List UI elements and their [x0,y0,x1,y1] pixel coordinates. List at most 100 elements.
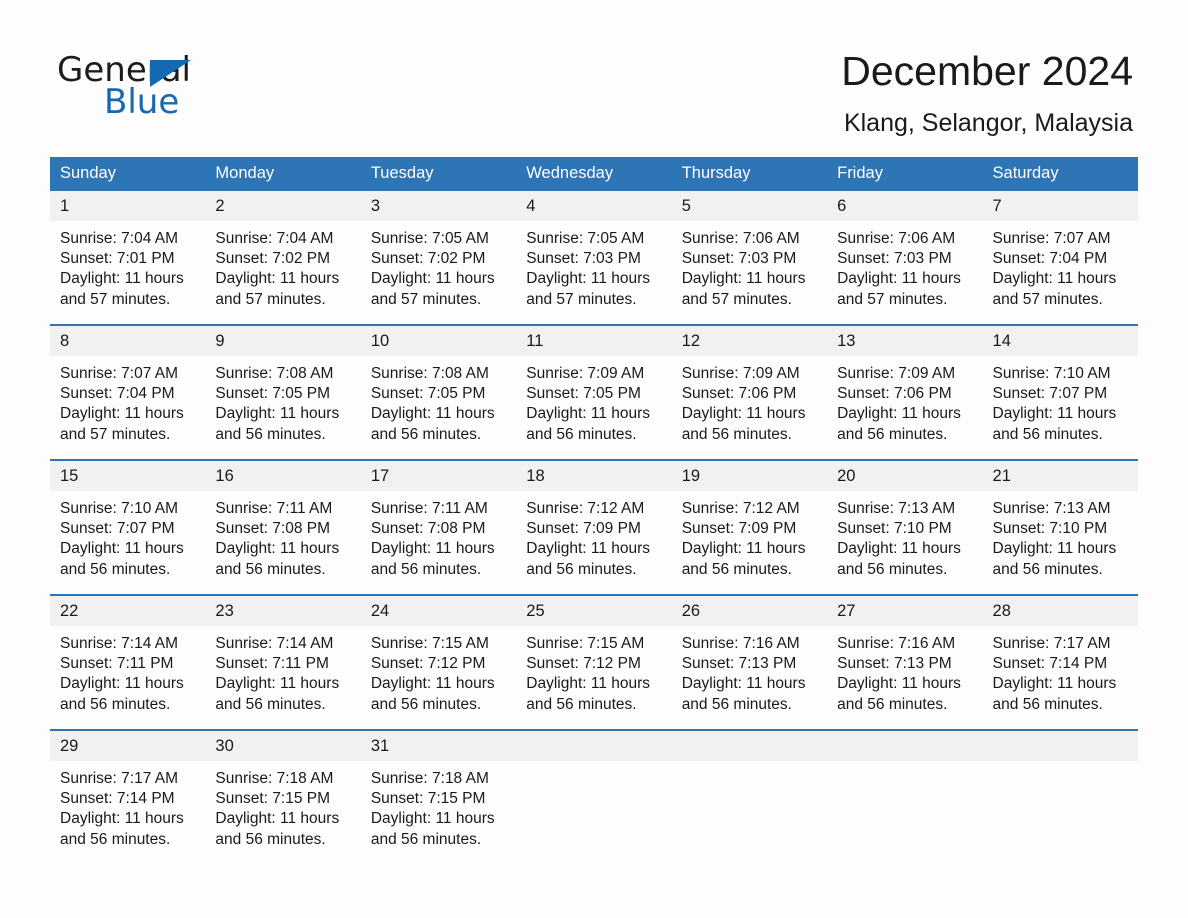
daylight-text-line2: and 56 minutes. [681,560,792,578]
daylight-text-line1: Daylight: 11 hours [526,675,651,693]
daylight-text-line1: Daylight: 11 hours [60,270,184,288]
calendar-day-cell[interactable]: 21 Sunrise: 7:13 AM Sunset: 7:10 PM Dayligh… [982,459,1138,595]
daylight-text-line1: Daylight: 11 hours [370,810,495,828]
daylight-text-line2: and 56 minutes. [215,830,326,848]
calendar-day-cell[interactable]: 7 Sunrise: 7:07 AM Sunset: 7:04 PM Daylight… [982,191,1138,325]
calendar-day-cell[interactable]: 2 Sunrise: 7:04 AM Sunset: 7:02 PM Daylight… [205,191,361,325]
sunrise-text: Sunrise: 7:10 AM [992,365,1111,382]
calendar-day-cell[interactable]: 10 Sunrise: 7:08 AM Sunset: 7:05 PM Dayligh… [360,324,517,460]
daylight-text-line2: and 56 minutes. [992,560,1103,578]
day-details: Sunrise: 7:12 AM Sunset: 7:09 PM Daylight:… [516,491,671,580]
calendar-day-cell[interactable]: 9 Sunrise: 7:08 AM Sunset: 7:05 PM Daylight… [205,324,361,460]
sunset-text: Sunset: 7:05 PM [215,385,331,403]
day-details: Sunrise: 7:09 AM Sunset: 7:05 PM Daylight:… [516,356,671,445]
day-number: 13 [827,326,983,356]
day-details: Sunrise: 7:18 AM Sunset: 7:15 PM Daylight:… [205,761,360,850]
daylight-text-line1: Daylight: 11 hours [837,675,961,693]
sunset-text: Sunset: 7:06 PM [837,385,952,403]
calendar-day-cell[interactable]: 12 Sunrise: 7:09 AM Sunset: 7:06 PM Dayligh… [671,324,828,460]
sunrise-text: Sunrise: 7:08 AM [370,365,489,382]
day-number: 15 [50,461,206,491]
sunset-text: Sunset: 7:15 PM [370,790,486,808]
calendar-day-cell[interactable]: 6 Sunrise: 7:06 AM Sunset: 7:03 PM Daylight… [827,191,983,325]
sunset-text: Sunset: 7:07 PM [60,520,175,538]
calendar-day-cell[interactable]: 19 Sunrise: 7:12 AM Sunset: 7:09 PM Dayligh… [671,459,828,595]
calendar-page: General Blue December 2024 Klang, Selang… [0,0,1188,918]
calendar-day-cell[interactable]: 23 Sunrise: 7:14 AM Sunset: 7:11 PM Dayligh… [205,594,361,730]
daylight-text-line1: Daylight: 11 hours [526,405,651,423]
daylight-text-line1: Daylight: 11 hours [837,540,961,558]
calendar-week-row: 22 Sunrise: 7:14 AM Sunset: 7:11 PM Dayligh… [50,594,1138,730]
calendar-day-cell[interactable]: 16 Sunrise: 7:11 AM Sunset: 7:08 PM Dayligh… [205,459,361,595]
day-number: 1 [50,191,206,221]
day-details: Sunrise: 7:15 AM Sunset: 7:12 PM Daylight:… [361,626,516,715]
sunrise-text: Sunrise: 7:15 AM [370,635,489,652]
calendar-day-cell[interactable]: 24 Sunrise: 7:15 AM Sunset: 7:12 PM Dayligh… [360,594,517,730]
sunrise-text: Sunrise: 7:17 AM [992,635,1111,652]
sunrise-text: Sunrise: 7:06 AM [681,230,800,247]
calendar-day-cell[interactable]: 11 Sunrise: 7:09 AM Sunset: 7:05 PM Dayligh… [516,324,672,460]
daylight-text-line1: Daylight: 11 hours [215,675,340,693]
sunset-text: Sunset: 7:10 PM [837,520,952,538]
day-details: Sunrise: 7:05 AM Sunset: 7:02 PM Daylight:… [361,221,516,310]
day-details: Sunrise: 7:18 AM Sunset: 7:15 PM Daylight:… [361,761,516,850]
calendar-day-cell[interactable]: 3 Sunrise: 7:05 AM Sunset: 7:02 PM Daylight… [360,191,517,325]
page-subtitle: Klang, Selangor, Malaysia [843,109,1133,137]
calendar-day-cell[interactable]: 22 Sunrise: 7:14 AM Sunset: 7:11 PM Dayligh… [50,594,206,730]
day-number: 19 [671,461,828,491]
calendar-day-cell[interactable]: 5 Sunrise: 7:06 AM Sunset: 7:03 PM Daylight… [671,191,828,325]
calendar-day-cell[interactable]: 28 Sunrise: 7:17 AM Sunset: 7:14 PM Dayligh… [982,594,1138,730]
daylight-text-line1: Daylight: 11 hours [370,540,495,558]
calendar-day-cell[interactable]: 26 Sunrise: 7:16 AM Sunset: 7:13 PM Dayligh… [671,594,828,730]
sunset-text: Sunset: 7:03 PM [837,250,952,268]
generalblue-logo[interactable]: General Blue [57,50,317,125]
daylight-text-line2: and 56 minutes. [215,425,326,443]
sunrise-text: Sunrise: 7:18 AM [370,770,489,787]
weekday-header-saturday: Saturday [982,157,1138,191]
sunset-text: Sunset: 7:11 PM [215,655,329,673]
weekday-header-thursday: Thursday [671,157,828,191]
calendar-header-row: Sunday Monday Tuesday Wednesday Thursday… [50,157,1138,191]
daylight-text-line2: and 56 minutes. [992,425,1103,443]
sunset-text: Sunset: 7:08 PM [215,520,331,538]
daylight-text-line2: and 56 minutes. [370,560,482,578]
calendar-day-cell[interactable]: 4 Sunrise: 7:05 AM Sunset: 7:03 PM Daylight… [516,191,672,325]
day-details: Sunrise: 7:13 AM Sunset: 7:10 PM Daylight:… [827,491,982,580]
calendar-day-cell[interactable]: 15 Sunrise: 7:10 AM Sunset: 7:07 PM Dayligh… [50,459,206,595]
calendar-day-cell-empty [671,729,828,851]
daylight-text-line1: Daylight: 11 hours [681,405,806,423]
calendar-day-cell[interactable]: 13 Sunrise: 7:09 AM Sunset: 7:06 PM Dayligh… [827,324,983,460]
daylight-text-line2: and 56 minutes. [526,695,637,713]
day-details: Sunrise: 7:17 AM Sunset: 7:14 PM Daylight:… [50,761,205,850]
day-number: 25 [516,596,672,626]
sunset-text: Sunset: 7:14 PM [992,655,1108,673]
calendar-day-cell[interactable]: 25 Sunrise: 7:15 AM Sunset: 7:12 PM Dayligh… [516,594,672,730]
daylight-text-line1: Daylight: 11 hours [215,270,340,288]
day-details: Sunrise: 7:10 AM Sunset: 7:07 PM Daylight:… [983,356,1138,445]
sunset-text: Sunset: 7:10 PM [992,520,1108,538]
sunset-text: Sunset: 7:12 PM [370,655,486,673]
day-details: Sunrise: 7:13 AM Sunset: 7:10 PM Daylight:… [983,491,1138,580]
daylight-text-line2: and 57 minutes. [370,290,482,308]
day-number: 4 [516,191,672,221]
calendar-day-cell[interactable]: 30 Sunrise: 7:18 AM Sunset: 7:15 PM Dayligh… [205,729,361,851]
calendar-day-cell-empty [827,729,983,851]
sunrise-text: Sunrise: 7:11 AM [215,500,333,517]
sunrise-text: Sunrise: 7:05 AM [370,230,489,247]
calendar-day-cell[interactable]: 14 Sunrise: 7:10 AM Sunset: 7:07 PM Dayligh… [982,324,1138,460]
calendar-day-cell[interactable]: 31 Sunrise: 7:18 AM Sunset: 7:15 PM Dayligh… [360,729,517,851]
calendar-day-cell[interactable]: 1 Sunrise: 7:04 AM Sunset: 7:01 PM Daylight… [50,191,206,325]
day-details: Sunrise: 7:06 AM Sunset: 7:03 PM Daylight:… [827,221,982,310]
calendar-day-cell[interactable]: 18 Sunrise: 7:12 AM Sunset: 7:09 PM Dayligh… [516,459,672,595]
calendar-day-cell-empty [516,729,672,851]
day-number: 16 [205,461,361,491]
calendar-day-cell[interactable]: 27 Sunrise: 7:16 AM Sunset: 7:13 PM Dayligh… [827,594,983,730]
daylight-text-line1: Daylight: 11 hours [992,675,1117,693]
calendar-day-cell[interactable]: 8 Sunrise: 7:07 AM Sunset: 7:04 PM Daylight… [50,324,206,460]
daylight-text-line2: and 57 minutes. [837,290,948,308]
calendar-day-cell[interactable]: 29 Sunrise: 7:17 AM Sunset: 7:14 PM Dayligh… [50,729,206,851]
calendar-day-cell[interactable]: 17 Sunrise: 7:11 AM Sunset: 7:08 PM Dayligh… [360,459,517,595]
calendar-day-cell[interactable]: 20 Sunrise: 7:13 AM Sunset: 7:10 PM Dayligh… [827,459,983,595]
daylight-text-line2: and 56 minutes. [526,560,637,578]
daylight-text-line2: and 56 minutes. [370,830,482,848]
